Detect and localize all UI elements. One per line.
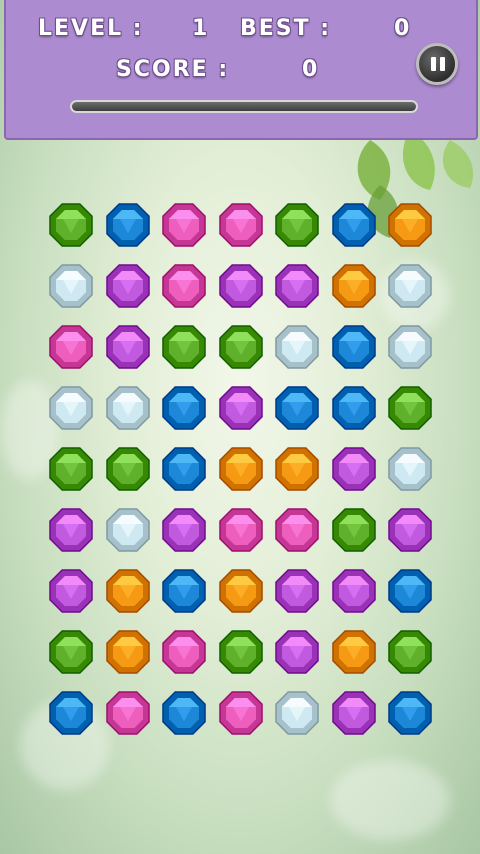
- purple-gem[interactable]: [217, 384, 265, 432]
- green-gem[interactable]: [217, 323, 265, 371]
- white-gem[interactable]: [273, 323, 321, 371]
- white-gem[interactable]: [104, 506, 152, 554]
- green-gem[interactable]: [104, 445, 152, 493]
- blue-gem[interactable]: [47, 689, 95, 737]
- green-gem[interactable]: [217, 628, 265, 676]
- purple-gem[interactable]: [330, 567, 378, 615]
- orange-gem[interactable]: [330, 628, 378, 676]
- purple-gem[interactable]: [330, 689, 378, 737]
- pink-gem[interactable]: [104, 689, 152, 737]
- blue-gem[interactable]: [386, 567, 434, 615]
- green-gem[interactable]: [273, 201, 321, 249]
- pink-gem[interactable]: [217, 201, 265, 249]
- orange-gem[interactable]: [386, 201, 434, 249]
- white-gem[interactable]: [104, 384, 152, 432]
- purple-gem[interactable]: [273, 262, 321, 310]
- orange-gem[interactable]: [104, 567, 152, 615]
- pink-gem[interactable]: [160, 262, 208, 310]
- purple-gem[interactable]: [104, 323, 152, 371]
- white-gem[interactable]: [47, 384, 95, 432]
- pink-gem[interactable]: [217, 506, 265, 554]
- gem-board[interactable]: [0, 0, 480, 854]
- green-gem[interactable]: [330, 506, 378, 554]
- blue-gem[interactable]: [386, 689, 434, 737]
- purple-gem[interactable]: [47, 567, 95, 615]
- green-gem[interactable]: [47, 628, 95, 676]
- green-gem[interactable]: [386, 384, 434, 432]
- purple-gem[interactable]: [217, 262, 265, 310]
- blue-gem[interactable]: [273, 384, 321, 432]
- green-gem[interactable]: [47, 445, 95, 493]
- orange-gem[interactable]: [217, 445, 265, 493]
- blue-gem[interactable]: [160, 567, 208, 615]
- blue-gem[interactable]: [160, 445, 208, 493]
- pink-gem[interactable]: [47, 323, 95, 371]
- green-gem[interactable]: [160, 323, 208, 371]
- white-gem[interactable]: [386, 323, 434, 371]
- white-gem[interactable]: [273, 689, 321, 737]
- white-gem[interactable]: [47, 262, 95, 310]
- purple-gem[interactable]: [273, 567, 321, 615]
- blue-gem[interactable]: [160, 384, 208, 432]
- orange-gem[interactable]: [217, 567, 265, 615]
- white-gem[interactable]: [386, 262, 434, 310]
- orange-gem[interactable]: [330, 262, 378, 310]
- blue-gem[interactable]: [330, 201, 378, 249]
- orange-gem[interactable]: [273, 445, 321, 493]
- purple-gem[interactable]: [273, 628, 321, 676]
- purple-gem[interactable]: [47, 506, 95, 554]
- orange-gem[interactable]: [104, 628, 152, 676]
- purple-gem[interactable]: [386, 506, 434, 554]
- blue-gem[interactable]: [330, 323, 378, 371]
- pink-gem[interactable]: [217, 689, 265, 737]
- purple-gem[interactable]: [160, 506, 208, 554]
- green-gem[interactable]: [47, 201, 95, 249]
- blue-gem[interactable]: [104, 201, 152, 249]
- pink-gem[interactable]: [160, 628, 208, 676]
- purple-gem[interactable]: [330, 445, 378, 493]
- pink-gem[interactable]: [160, 201, 208, 249]
- green-gem[interactable]: [386, 628, 434, 676]
- white-gem[interactable]: [386, 445, 434, 493]
- pink-gem[interactable]: [273, 506, 321, 554]
- blue-gem[interactable]: [330, 384, 378, 432]
- blue-gem[interactable]: [160, 689, 208, 737]
- purple-gem[interactable]: [104, 262, 152, 310]
